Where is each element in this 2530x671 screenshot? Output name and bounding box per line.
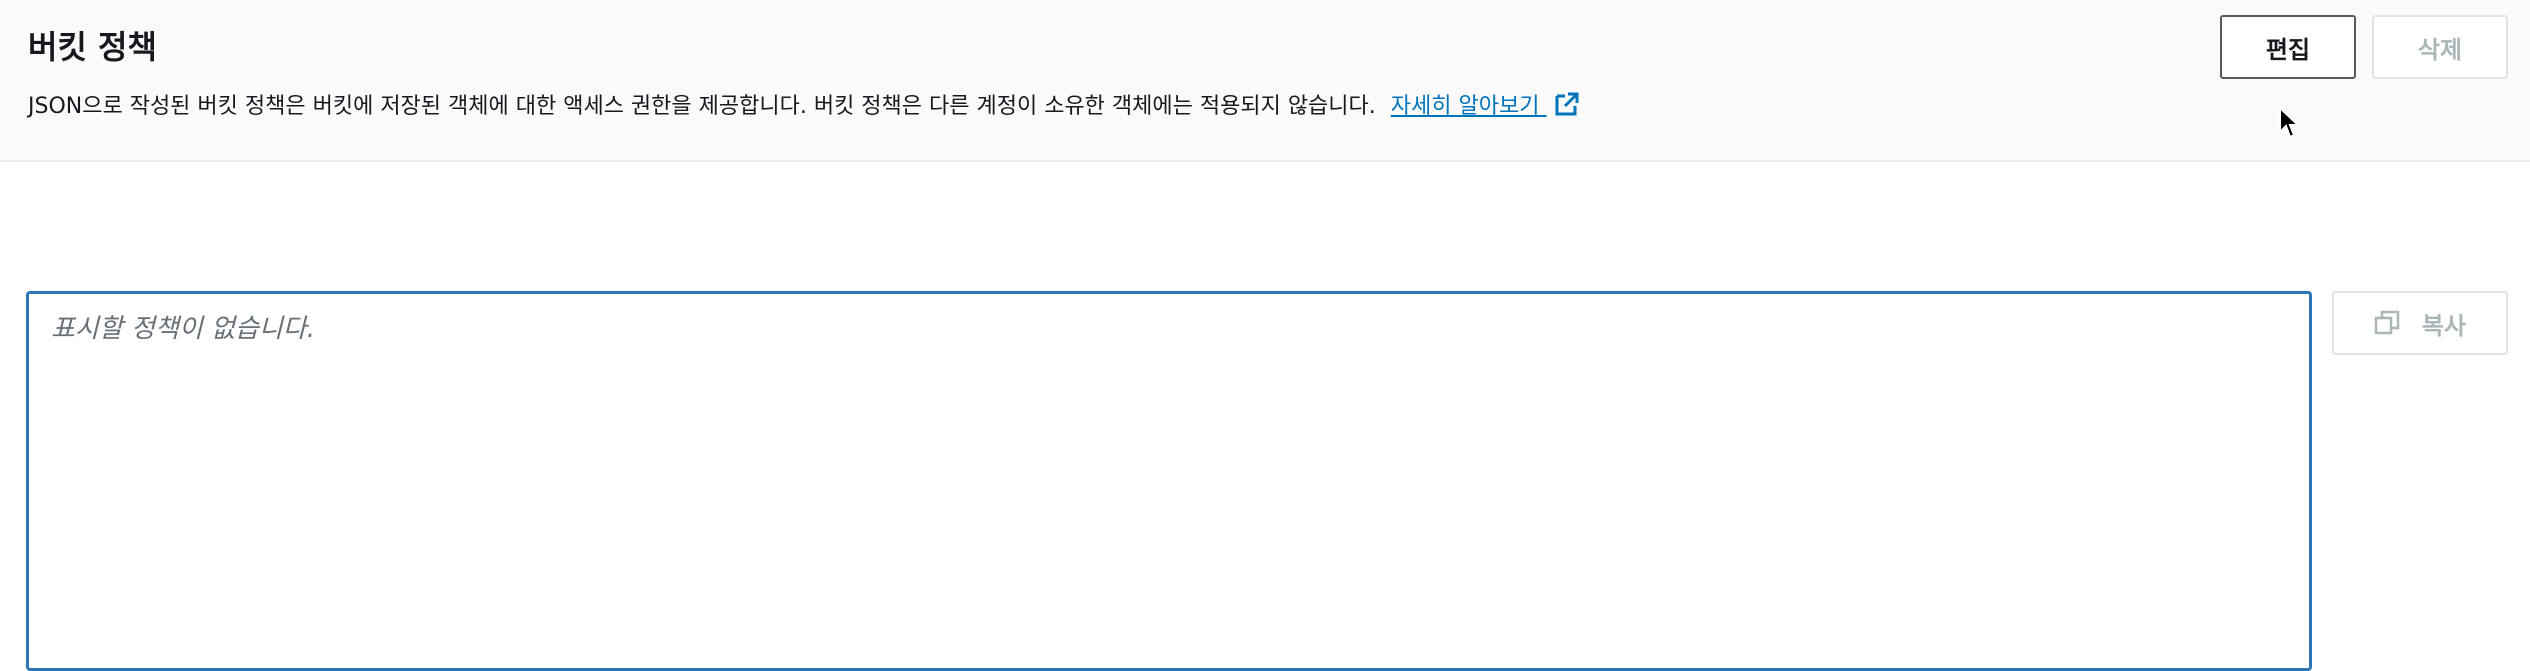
page-title: 버킷 정책	[28, 28, 157, 66]
copy-icon	[2374, 310, 2400, 335]
policy-viewer[interactable]: 표시할 정책이 없습니다.	[26, 291, 2312, 671]
external-link-icon	[1555, 92, 1579, 116]
edit-button[interactable]: 편집	[2220, 15, 2356, 79]
delete-button[interactable]: 삭제	[2372, 15, 2508, 79]
bucket-policy-header: 버킷 정책 JSON으로 작성된 버킷 정책은 버킷에 저장된 객체에 대한 액…	[0, 0, 2530, 162]
policy-description-text: JSON으로 작성된 버킷 정책은 버킷에 저장된 객체에 대한 액세스 권한을…	[28, 94, 1376, 119]
copy-button[interactable]: 복사	[2332, 291, 2508, 355]
copy-label: 복사	[2421, 311, 2467, 340]
learn-more-link[interactable]: 자세히 알아보기	[1390, 92, 1581, 119]
policy-description: JSON으로 작성된 버킷 정책은 버킷에 저장된 객체에 대한 액세스 권한을…	[28, 88, 1580, 120]
learn-more-label: 자세히 알아보기	[1390, 94, 1540, 119]
policy-empty-placeholder: 표시할 정책이 없습니다.	[51, 314, 315, 344]
mouse-cursor-icon	[2279, 106, 2300, 139]
